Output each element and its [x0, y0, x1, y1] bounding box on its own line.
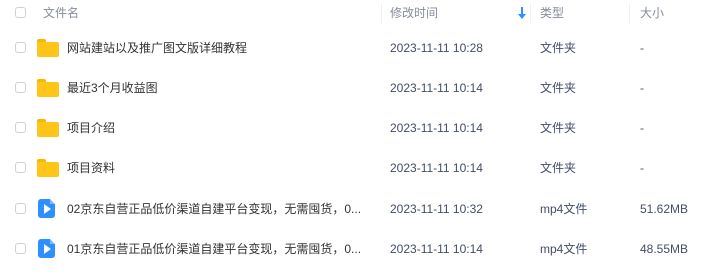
file-list: 文件名 修改时间 类型 大小 网站建站以及推广图文版详细教程 2023-11-1… [0, 0, 707, 272]
video-icon [38, 239, 55, 258]
file-name[interactable]: 项目介绍 [67, 108, 372, 148]
file-name[interactable]: 网站建站以及推广图文版详细教程 [67, 28, 372, 68]
file-type: 文件夹 [540, 161, 577, 175]
select-all-checkbox[interactable] [15, 7, 26, 18]
list-item[interactable]: 项目资料 2023-11-11 10:14 文件夹 - [0, 148, 707, 188]
column-divider[interactable] [629, 3, 630, 23]
column-header-type[interactable]: 类型 [540, 0, 620, 26]
list-item[interactable]: 01京东自营正品低价渠道自建平台变现，无需囤货，0... 2023-11-11 … [0, 229, 707, 269]
file-name[interactable]: 01京东自营正品低价渠道自建平台变现，无需囤货，0... [67, 229, 372, 269]
folder-icon [37, 39, 59, 57]
file-mtime: 2023-11-11 10:14 [390, 161, 483, 175]
column-header-size[interactable]: 大小 [640, 0, 700, 26]
row-checkbox[interactable] [15, 243, 26, 254]
file-mtime: 2023-11-11 10:32 [390, 202, 483, 216]
file-type: mp4文件 [540, 202, 588, 216]
row-checkbox[interactable] [15, 82, 26, 93]
file-size: 51.62MB [640, 202, 689, 216]
column-divider[interactable] [530, 3, 531, 23]
folder-icon [37, 79, 59, 97]
list-item[interactable]: 项目介绍 2023-11-11 10:14 文件夹 - [0, 108, 707, 148]
file-type: 文件夹 [540, 41, 577, 55]
file-size: - [640, 161, 644, 175]
file-size: - [640, 81, 644, 95]
file-name[interactable]: 02京东自营正品低价渠道自建平台变现，无需囤货，0... [67, 189, 372, 229]
file-type: mp4文件 [540, 242, 588, 256]
file-mtime: 2023-11-11 10:14 [390, 121, 483, 135]
row-checkbox[interactable] [15, 162, 26, 173]
list-item[interactable]: 网站建站以及推广图文版详细教程 2023-11-11 10:28 文件夹 - [0, 28, 707, 68]
list-header: 文件名 修改时间 类型 大小 [0, 0, 707, 26]
column-header-mtime[interactable]: 修改时间 [390, 0, 510, 26]
file-mtime: 2023-11-11 10:14 [390, 81, 483, 95]
file-size: - [640, 41, 644, 55]
column-header-name[interactable]: 文件名 [43, 0, 343, 26]
file-mtime: 2023-11-11 10:14 [390, 242, 483, 256]
file-size: - [640, 121, 644, 135]
file-mtime: 2023-11-11 10:28 [390, 41, 483, 55]
column-divider[interactable] [381, 3, 382, 23]
list-item[interactable]: 02京东自营正品低价渠道自建平台变现，无需囤货，0... 2023-11-11 … [0, 189, 707, 229]
file-size: 48.55MB [640, 242, 689, 256]
file-type: 文件夹 [540, 121, 577, 135]
folder-icon [37, 159, 59, 177]
row-checkbox[interactable] [15, 42, 26, 53]
row-checkbox[interactable] [15, 203, 26, 214]
file-name[interactable]: 最近3个月收益图 [67, 68, 372, 108]
folder-icon [37, 119, 59, 137]
file-name[interactable]: 项目资料 [67, 148, 372, 188]
row-checkbox[interactable] [15, 122, 26, 133]
video-icon [38, 199, 55, 218]
arrow-down-icon[interactable] [518, 6, 526, 20]
list-item[interactable]: 最近3个月收益图 2023-11-11 10:14 文件夹 - [0, 68, 707, 108]
file-type: 文件夹 [540, 81, 577, 95]
